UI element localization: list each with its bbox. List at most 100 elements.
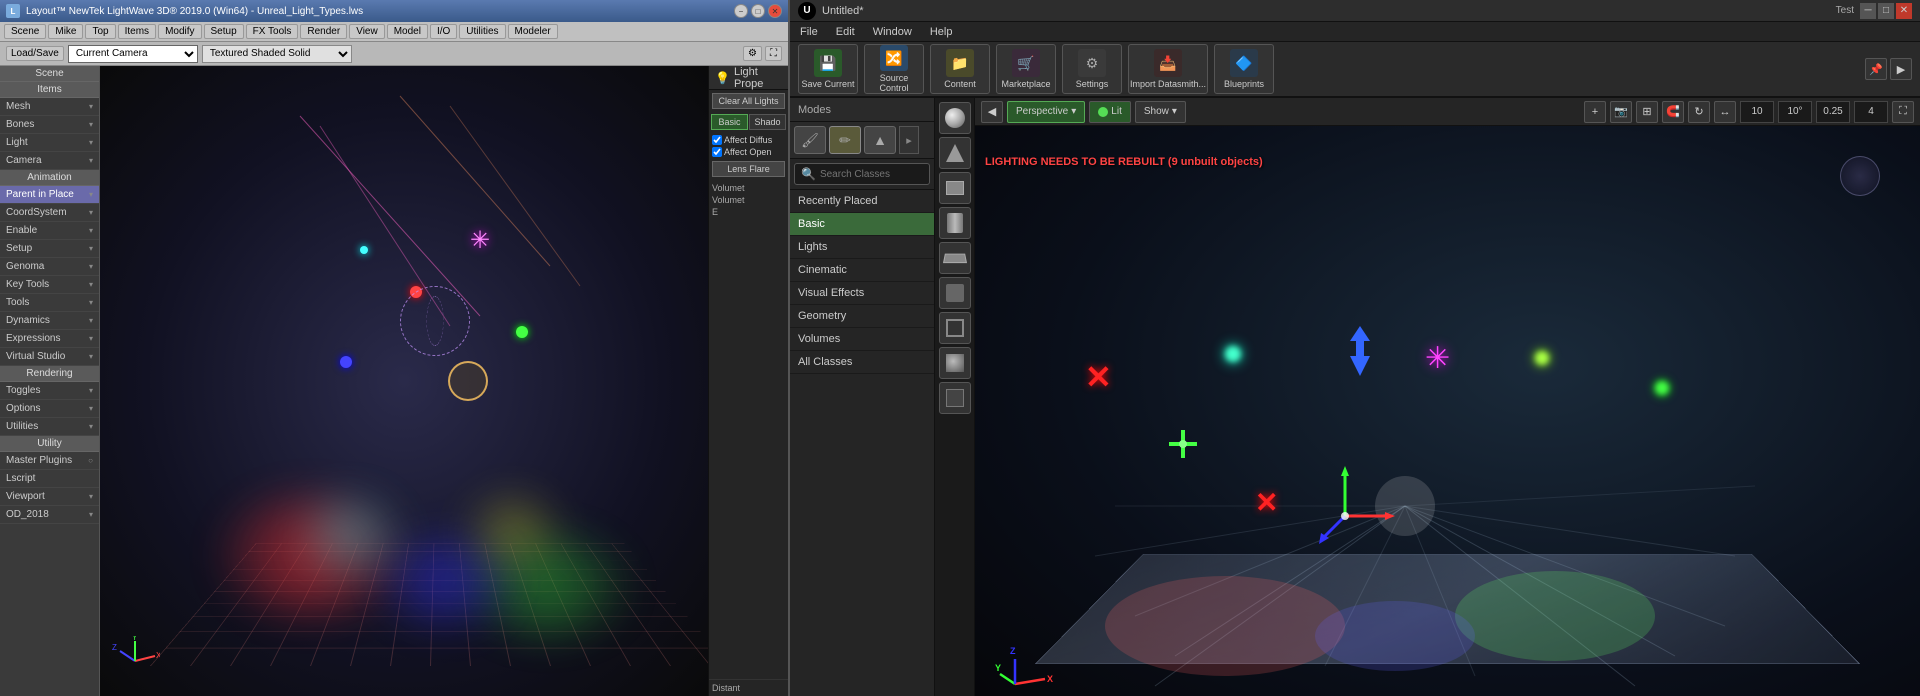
ue-save-btn[interactable]: 💾 Save Current <box>798 44 858 94</box>
ue-vp-grid-btn[interactable]: ⊞ <box>1636 101 1658 123</box>
lw-btn-camera[interactable]: Camera ▾ <box>0 152 99 170</box>
ue-move-arrows[interactable] <box>1315 466 1395 549</box>
lw-menu-view[interactable]: View <box>349 24 385 39</box>
ue-close-btn[interactable]: ✕ <box>1896 3 1912 19</box>
ue-category-recently-placed[interactable]: Recently Placed <box>790 190 934 213</box>
ue-minimize-btn[interactable]: ─ <box>1860 3 1876 19</box>
light-props-tab-shadow[interactable]: Shado <box>749 114 786 130</box>
lw-camera-select[interactable]: Current Camera <box>68 45 198 63</box>
ue-category-lights[interactable]: Lights <box>790 236 934 259</box>
lw-maximize-btn[interactable]: □ <box>751 4 765 18</box>
ue-search-input[interactable] <box>820 169 952 180</box>
lw-btn-dynamics[interactable]: Dynamics ▾ <box>0 312 99 330</box>
lens-flare-btn[interactable]: Lens Flare <box>712 161 785 177</box>
ue-mode-more-btn[interactable]: ▸ <box>899 126 919 154</box>
ue-maximize-btn[interactable]: □ <box>1878 3 1894 19</box>
lw-viewport[interactable]: ✳ X Z <box>100 66 708 696</box>
affect-opac-checkbox[interactable] <box>712 147 722 157</box>
lw-btn-tools[interactable]: Tools ▾ <box>0 294 99 312</box>
ue-thumb-empty3[interactable] <box>939 347 971 379</box>
lw-btn-genoma[interactable]: Genoma ▾ <box>0 258 99 276</box>
light-props-tab-basic[interactable]: Basic <box>711 114 748 130</box>
affect-diffuse-checkbox[interactable] <box>712 135 722 145</box>
ue-directional-light-arrows[interactable] <box>1345 326 1375 379</box>
ue-vp-add-btn[interactable]: + <box>1584 101 1606 123</box>
lw-menu-mike[interactable]: Mike <box>48 24 83 39</box>
ue-toolbar-pin-btn[interactable]: 📌 <box>1865 58 1887 80</box>
lw-viewmode-select[interactable]: Textured Shaded Solid <box>202 45 352 63</box>
lw-fullscreen-btn[interactable]: ⛶ <box>765 46 782 61</box>
ue-vp-cam-btn[interactable]: 📷 <box>1610 101 1632 123</box>
ue-light-orb-yellow-green[interactable] <box>1535 351 1549 365</box>
lw-menu-modeler[interactable]: Modeler <box>508 24 558 39</box>
ue-thumb-empty4[interactable] <box>939 382 971 414</box>
lw-btn-viewport[interactable]: Viewport ▾ <box>0 488 99 506</box>
ue-vp-left-arrow-btn[interactable]: ◀ <box>981 101 1003 123</box>
ue-category-geometry[interactable]: Geometry <box>790 305 934 328</box>
lw-minimize-btn[interactable]: − <box>734 4 748 18</box>
ue-mode-geo-tab[interactable]: ▲ <box>864 126 896 154</box>
lw-btn-bones[interactable]: Bones ▾ <box>0 116 99 134</box>
lw-menu-io[interactable]: I/O <box>430 24 457 39</box>
lw-menu-items[interactable]: Items <box>118 24 156 39</box>
ue-category-basic[interactable]: Basic <box>790 213 934 236</box>
lw-btn-keytools[interactable]: Key Tools ▾ <box>0 276 99 294</box>
ue-light-cross-green[interactable] <box>1165 426 1201 465</box>
lw-btn-virtual-studio[interactable]: Virtual Studio ▾ <box>0 348 99 366</box>
ue-light-star-magenta[interactable]: ✳ <box>1425 341 1450 376</box>
lw-btn-options[interactable]: Options ▾ <box>0 400 99 418</box>
ue-blueprints-btn[interactable]: 🔷 Blueprints <box>1214 44 1274 94</box>
ue-light-cross-red-1[interactable]: ✕ <box>1085 361 1112 393</box>
ue-menu-window[interactable]: Window <box>869 25 916 39</box>
lw-menu-setup[interactable]: Setup <box>204 24 244 39</box>
ue-thumb-sphere[interactable] <box>939 102 971 134</box>
ue-vp-snap-btn[interactable]: 🧲 <box>1662 101 1684 123</box>
ue-category-cinematic[interactable]: Cinematic <box>790 259 934 282</box>
ue-menu-help[interactable]: Help <box>926 25 957 39</box>
ue-light-cross-red-2[interactable]: ✕ <box>1255 486 1278 519</box>
ue-marketplace-btn[interactable]: 🛒 Marketplace <box>996 44 1056 94</box>
ue-settings-btn[interactable]: ⚙ Settings <box>1062 44 1122 94</box>
lw-btn-light[interactable]: Light ▾ <box>0 134 99 152</box>
lw-menu-utilities[interactable]: Utilities <box>459 24 505 39</box>
lw-btn-lscript[interactable]: Lscript <box>0 470 99 488</box>
ue-light-orb-green[interactable] <box>1655 381 1669 395</box>
ue-vp-scale-snap-btn[interactable]: ↔ <box>1714 101 1736 123</box>
ue-vp-rotate-snap-btn[interactable]: ↻ <box>1688 101 1710 123</box>
lw-btn-parent-in-place[interactable]: Parent in Place ▾ <box>0 186 99 204</box>
clear-all-lights-btn[interactable]: Clear All Lights <box>712 93 785 109</box>
ue-menu-edit[interactable]: Edit <box>832 25 859 39</box>
lw-btn-od2018[interactable]: OD_2018 ▾ <box>0 506 99 524</box>
lw-btn-expressions[interactable]: Expressions ▾ <box>0 330 99 348</box>
ue-menu-file[interactable]: File <box>796 25 822 39</box>
lw-menu-modify[interactable]: Modify <box>158 24 201 39</box>
ue-thumb-plane[interactable] <box>939 242 971 274</box>
lw-btn-utilities[interactable]: Utilities ▾ <box>0 418 99 436</box>
lw-btn-coordsystem[interactable]: CoordSystem ▾ <box>0 204 99 222</box>
lw-menu-render[interactable]: Render <box>300 24 347 39</box>
ue-thumb-box[interactable] <box>939 172 971 204</box>
ue-viewport[interactable]: ◀ Perspective ▾ Lit Show ▾ + 📷 ⊞ <box>975 98 1920 696</box>
ue-mode-paint-tab[interactable]: 🖌 <box>794 126 826 154</box>
lw-settings-btn[interactable]: ⚙ <box>743 46 762 61</box>
ue-thumb-empty1[interactable] <box>939 277 971 309</box>
lw-btn-mesh[interactable]: Mesh ▾ <box>0 98 99 116</box>
ue-toolbar-settings-small-btn[interactable]: ▶ <box>1890 58 1912 80</box>
ue-vp-lit-btn[interactable]: Lit <box>1089 101 1131 123</box>
lw-close-btn[interactable]: ✕ <box>768 4 782 18</box>
ue-import-btn[interactable]: 📥 Import Datasmith... <box>1128 44 1208 94</box>
ue-content-btn[interactable]: 📁 Content <box>930 44 990 94</box>
lw-btn-enable[interactable]: Enable ▾ <box>0 222 99 240</box>
ue-category-volumes[interactable]: Volumes <box>790 328 934 351</box>
lw-btn-master-plugins[interactable]: Master Plugins ○ <box>0 452 99 470</box>
ue-thumb-cylinder[interactable] <box>939 207 971 239</box>
ue-light-orb-cyan[interactable] <box>1225 346 1241 362</box>
ue-source-control-btn[interactable]: 🔀 Source Control <box>864 44 924 94</box>
lw-btn-toggles[interactable]: Toggles ▾ <box>0 382 99 400</box>
lw-menu-fxtools[interactable]: FX Tools <box>246 24 299 39</box>
ue-vp-maximize-btn[interactable]: ⛶ <box>1892 101 1914 123</box>
lw-loadsave-btn[interactable]: Load/Save <box>6 46 64 61</box>
lw-menu-top[interactable]: Top <box>85 24 115 39</box>
lw-menu-model[interactable]: Model <box>387 24 428 39</box>
ue-mode-place-tab[interactable]: ✏ <box>829 126 861 154</box>
